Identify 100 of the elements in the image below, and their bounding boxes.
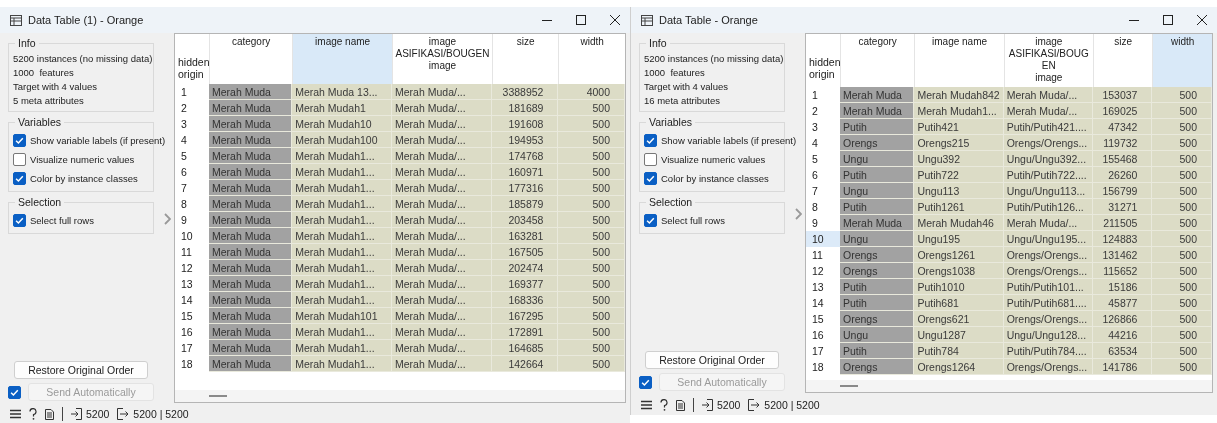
row-number[interactable]: 10 <box>175 228 209 244</box>
row-number[interactable]: 11 <box>806 247 840 263</box>
table-cell: Ungu/Ungu392... <box>1003 151 1093 167</box>
table-cell: 168336 <box>491 292 559 308</box>
row-number[interactable]: 2 <box>175 100 209 116</box>
row-number[interactable]: 16 <box>175 324 209 340</box>
column-header[interactable]: width <box>1152 34 1212 87</box>
row-number[interactable]: 13 <box>806 279 840 295</box>
restore-order-button[interactable]: Restore Original Order <box>14 361 148 379</box>
table-cell: Merah Mudah1... <box>914 103 1004 119</box>
checkbox[interactable] <box>644 153 657 166</box>
row-number[interactable]: 12 <box>806 263 840 279</box>
table-cell: 500 <box>558 100 625 116</box>
row-number[interactable]: 17 <box>806 343 840 359</box>
row-number[interactable]: 15 <box>175 308 209 324</box>
table-cell: Orengs/Orengs... <box>1003 263 1093 279</box>
maximize-icon[interactable] <box>576 15 586 25</box>
help-icon[interactable] <box>29 408 37 420</box>
table-cell: Orengs/Orengs... <box>1003 311 1093 327</box>
group-title: Variables <box>15 116 64 128</box>
table-cell: Merah Muda/... <box>1003 103 1093 119</box>
document-icon[interactable] <box>676 399 685 411</box>
checkbox-label[interactable]: Color by instance classes <box>30 173 138 184</box>
checkbox-label[interactable]: Show variable labels (if present) <box>30 135 166 146</box>
table-cell: Putih421 <box>914 119 1004 135</box>
table-cell: 500 <box>1152 279 1212 295</box>
row-number[interactable]: 1 <box>175 84 209 100</box>
row-number[interactable]: 18 <box>806 359 840 375</box>
row-number[interactable]: 9 <box>175 212 209 228</box>
checkbox-label[interactable]: Show variable labels (if present) <box>661 135 797 146</box>
table-cell: 160971 <box>491 164 559 180</box>
table-cell: 500 <box>1152 215 1212 231</box>
row-number[interactable]: 3 <box>175 116 209 132</box>
maximize-icon[interactable] <box>1163 15 1173 25</box>
group-title: Info <box>646 37 670 49</box>
row-number[interactable]: 14 <box>806 295 840 311</box>
table-cell: 211505 <box>1092 215 1153 231</box>
checkbox-label[interactable]: Color by instance classes <box>661 173 769 184</box>
row-number[interactable]: 16 <box>806 327 840 343</box>
table-icon <box>10 14 22 26</box>
document-icon[interactable] <box>45 408 54 420</box>
checkbox-label[interactable]: Visualize numeric values <box>661 154 766 165</box>
table-cell: 500 <box>1152 183 1212 199</box>
row-number[interactable]: 6 <box>175 164 209 180</box>
table-cell: Orengs1264 <box>914 359 1004 375</box>
table-cell: Ungu/Ungu195... <box>1003 231 1093 247</box>
group-title: Info <box>15 37 39 49</box>
row-number[interactable]: 4 <box>806 135 840 151</box>
row-number[interactable]: 11 <box>175 244 209 260</box>
row-number[interactable]: 5 <box>175 148 209 164</box>
table-cell: Ungu113 <box>914 183 1004 199</box>
checkbox[interactable] <box>13 172 26 185</box>
help-icon[interactable] <box>660 399 668 411</box>
row-number[interactable]: 4 <box>175 132 209 148</box>
restore-order-button[interactable]: Restore Original Order <box>645 351 779 369</box>
table-cell: Merah Muda <box>840 103 915 119</box>
checkbox[interactable] <box>644 134 657 147</box>
scrollbar-thumb[interactable] <box>840 385 858 387</box>
table-cell: 500 <box>558 292 625 308</box>
column-header[interactable]: image name <box>292 34 393 84</box>
checkbox[interactable] <box>13 153 26 166</box>
row-number[interactable]: 5 <box>806 151 840 167</box>
window-title: Data Table (1) - Orange <box>28 14 144 26</box>
checkbox-label[interactable]: Select full rows <box>30 215 94 226</box>
row-number[interactable]: 10 <box>806 231 840 247</box>
menu-icon[interactable] <box>10 409 21 419</box>
checkbox-label[interactable]: Visualize numeric values <box>30 154 135 165</box>
row-number[interactable]: 7 <box>175 180 209 196</box>
row-number[interactable]: 17 <box>175 340 209 356</box>
table-cell: 3388952 <box>491 84 559 100</box>
row-number[interactable]: 8 <box>175 196 209 212</box>
row-number[interactable]: 9 <box>806 215 840 231</box>
table-cell: Merah Muda <box>209 164 293 180</box>
row-number[interactable]: 15 <box>806 311 840 327</box>
table-cell: Merah Mudah1... <box>292 356 393 372</box>
row-number[interactable]: 8 <box>806 199 840 215</box>
checkbox[interactable] <box>644 214 657 227</box>
row-number[interactable]: 6 <box>806 167 840 183</box>
checkbox[interactable] <box>644 172 657 185</box>
table-cell: Orengs <box>840 263 915 279</box>
row-number[interactable]: 14 <box>175 292 209 308</box>
close-icon[interactable] <box>1197 15 1207 25</box>
table-cell: 15186 <box>1092 279 1153 295</box>
row-number[interactable]: 1 <box>806 87 840 103</box>
checkbox[interactable] <box>13 134 26 147</box>
close-icon[interactable] <box>610 15 620 25</box>
menu-icon[interactable] <box>641 400 652 410</box>
row-number[interactable]: 2 <box>806 103 840 119</box>
table-cell: 185879 <box>491 196 559 212</box>
table-cell: Merah Muda/... <box>1003 215 1093 231</box>
checkbox-label[interactable]: Select full rows <box>661 215 725 226</box>
row-number[interactable]: 18 <box>175 356 209 372</box>
row-number[interactable]: 13 <box>175 276 209 292</box>
row-number[interactable]: 7 <box>806 183 840 199</box>
table-cell: Ungu392 <box>914 151 1004 167</box>
row-number[interactable]: 12 <box>175 260 209 276</box>
table-cell: 4000 <box>558 84 625 100</box>
row-number[interactable]: 3 <box>806 119 840 135</box>
scrollbar-thumb[interactable] <box>209 395 227 397</box>
checkbox[interactable] <box>13 214 26 227</box>
